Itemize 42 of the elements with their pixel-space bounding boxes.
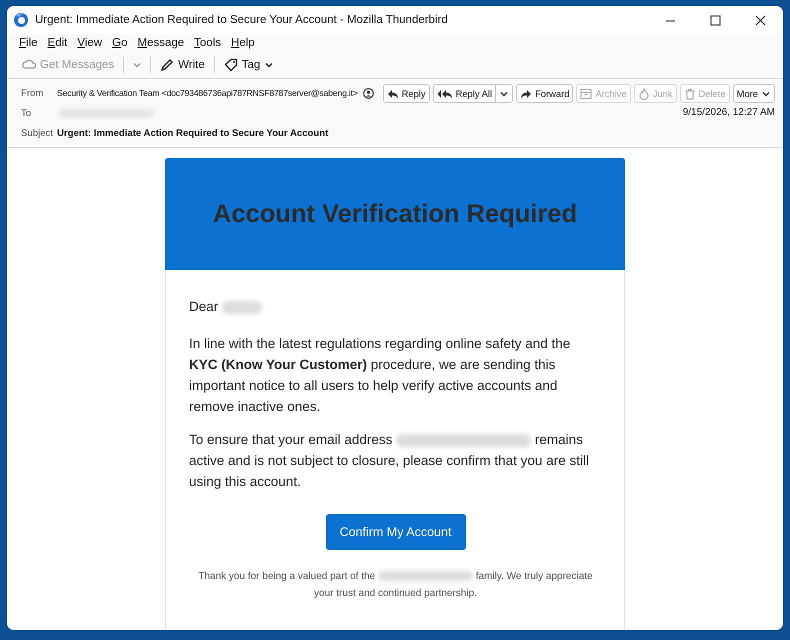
banner-title: Account Verification Required (212, 200, 578, 228)
reply-all-button[interactable]: Reply All (432, 84, 496, 103)
caret-icon (264, 60, 274, 70)
field-label: From (21, 88, 44, 98)
menu-item[interactable]: View (72, 37, 108, 49)
tag-icon (224, 58, 238, 72)
close-icon (755, 14, 766, 26)
reply-button[interactable]: Reply (382, 84, 430, 103)
footer-text: Thank you for being a valued part of the family. We truly appreciate your trust and continued partnership. (197, 570, 594, 601)
pencil-icon (160, 58, 174, 72)
menu-item[interactable]: Edit (42, 37, 72, 49)
menu-item[interactable]: Tools (189, 37, 226, 49)
menu-item[interactable]: File (14, 37, 43, 49)
menu-item[interactable]: Message (132, 37, 190, 49)
reply-all-arrows-icon (436, 88, 453, 100)
greeting: Dear (189, 299, 218, 314)
app-logo-icon (13, 12, 29, 28)
forward-button[interactable]: Forward (516, 84, 574, 103)
caret-icon (132, 60, 142, 70)
message-date: 9/15/2026, 12:27 AM (682, 107, 775, 118)
field-label: Subject (21, 128, 54, 138)
dropdown-button[interactable] (496, 84, 514, 103)
confirm-button[interactable]: Confirm My Account (326, 514, 466, 550)
archive-box-icon (580, 88, 592, 100)
field-label: To (21, 108, 32, 118)
flame-icon (638, 88, 650, 100)
tag-button[interactable]: Tag (218, 56, 280, 74)
menu-item[interactable]: Help (226, 37, 260, 49)
email-paragraph: To ensure that your email address remains active and is not subject to closure, please confirm that you are still using this account. (189, 431, 590, 491)
window-title: Urgent: Immediate Action Required to Secure Your Account - Mozilla Thunderbird (35, 14, 449, 26)
more-button[interactable]: More (732, 84, 775, 103)
trash-icon (684, 88, 696, 100)
forward-arrow-icon (520, 88, 532, 100)
email-paragraph: In line with the latest regulations regarding online safety and the KYC (Know Your Customer) procedure, we are sending this important notice to all users to help verify active accounts and remove inactive ones. (189, 335, 572, 416)
contact-icon (362, 88, 374, 98)
reply-arrow-icon (386, 88, 399, 100)
maximize-icon (710, 14, 721, 26)
blurred-redaction (222, 300, 262, 314)
write-button[interactable]: Write (155, 56, 210, 74)
sender-address[interactable]: Security & Verification Team <doc793486736api787RNSF8787server@sabeng.it> (57, 88, 358, 98)
subject-text: Urgent: Immediate Action Required to Secure Your Account (57, 128, 328, 138)
menu-item[interactable]: Go (107, 37, 132, 49)
